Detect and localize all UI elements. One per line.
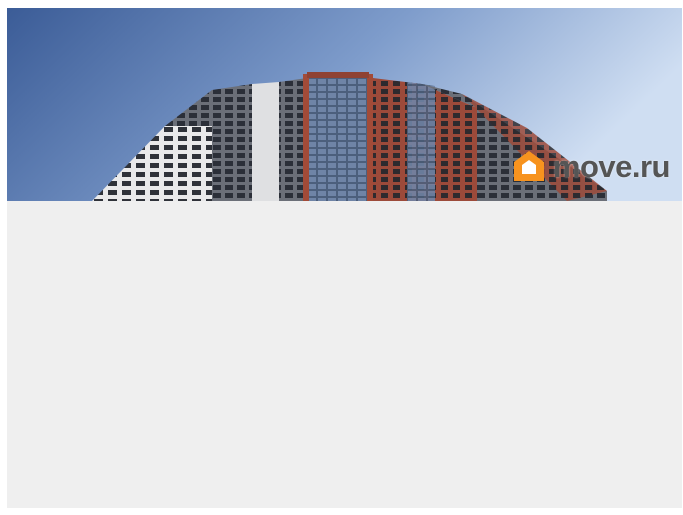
- move-ru-watermark: move.ru: [511, 148, 671, 184]
- listing-card: move.ru: [7, 8, 682, 508]
- watermark-text: move.ru: [552, 148, 671, 184]
- house-logo-icon: [511, 148, 547, 184]
- building-photo[interactable]: move.ru: [7, 8, 682, 201]
- image-placeholder-area: [7, 201, 682, 508]
